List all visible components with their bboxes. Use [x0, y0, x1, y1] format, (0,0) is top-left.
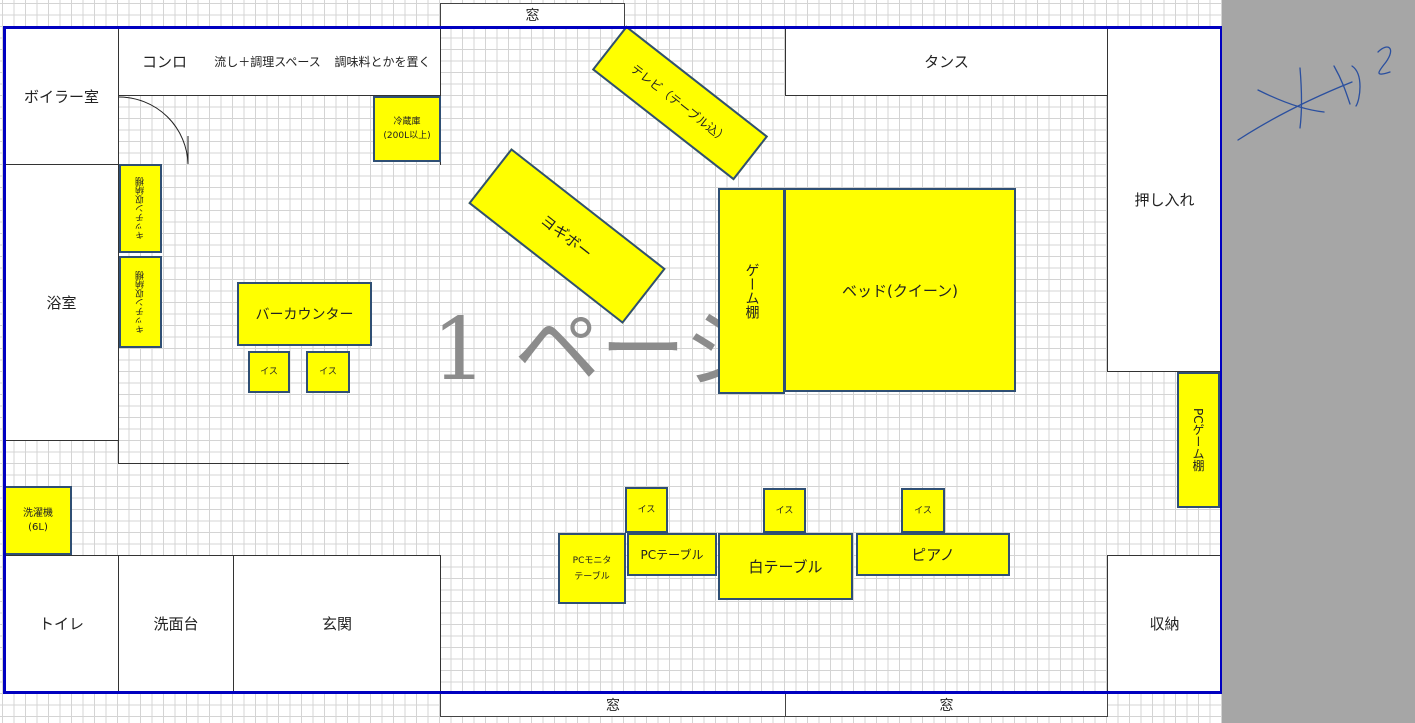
- tv-stand[interactable]: テレビ（テーブル込）: [591, 25, 769, 181]
- oshiire-closet: 押し入れ: [1107, 27, 1222, 372]
- sink-label: 流し＋調理スペース: [214, 55, 321, 69]
- piano-chair-label: イス: [914, 505, 932, 516]
- piano[interactable]: ピアノ: [856, 533, 1010, 576]
- handwritten-scribble-icon: [1237, 46, 1392, 141]
- window-bottom-right-label: 窓: [939, 697, 954, 714]
- window-top: 窓: [440, 3, 625, 27]
- pc-monitor-label-2: テーブル: [574, 571, 610, 582]
- bathroom: 浴室: [4, 164, 119, 441]
- stove-label: コンロ: [141, 53, 187, 71]
- piano-chair[interactable]: イス: [901, 488, 945, 533]
- sink-area: 流し＋調理スペース: [210, 27, 326, 96]
- bar-chair-left-label: イス: [260, 367, 278, 377]
- toilet-room: トイレ: [4, 555, 119, 692]
- yogibo-sofa[interactable]: ヨギボー: [468, 148, 666, 324]
- queen-bed[interactable]: ベッド(クイーン): [784, 188, 1016, 392]
- toilet-label: トイレ: [38, 615, 84, 633]
- window-top-label: 窓: [525, 8, 540, 24]
- page-watermark: 1 ページ: [432, 300, 762, 400]
- boiler-room: ボイラー室: [4, 27, 119, 165]
- pc-game-shelf-label: PCゲーム棚: [1191, 408, 1205, 472]
- game-shelf[interactable]: ゲーム棚: [718, 188, 785, 394]
- kitchen-wall-bottom: [118, 463, 349, 464]
- tv-label: テレビ（テーブル込）: [628, 61, 731, 146]
- pc-chair[interactable]: イス: [625, 487, 668, 533]
- pc-chair-label: イス: [637, 505, 656, 515]
- washer-label-2: (6L): [28, 521, 48, 533]
- pc-game-shelf[interactable]: PCゲーム棚: [1177, 372, 1220, 508]
- kitchen-cabinet-lower-label: キッチン収納棚: [135, 270, 146, 334]
- pc-table-label: PCテーブル: [640, 548, 704, 562]
- boiler-room-label: ボイラー室: [23, 87, 99, 106]
- pc-monitor-label-1: PCモニタ: [572, 555, 612, 566]
- entrance: 玄関: [233, 555, 441, 692]
- stove-area: コンロ: [118, 27, 211, 96]
- kitchen-cabinet-upper-label: キッチン収納棚: [135, 177, 146, 240]
- kitchen-cabinet-lower[interactable]: キッチン収納棚: [119, 256, 162, 348]
- bar-chair-left[interactable]: イス: [248, 351, 290, 393]
- piano-label: ピアノ: [911, 546, 955, 564]
- washer-label-1: 洗濯機: [23, 507, 53, 519]
- bed-label: ベッド(クイーン): [842, 281, 958, 300]
- white-table[interactable]: 白テーブル: [718, 533, 853, 600]
- tansu-closet: タンス: [785, 27, 1108, 96]
- entrance-label: 玄関: [321, 615, 352, 633]
- bar-chair-right[interactable]: イス: [306, 351, 350, 393]
- bar-counter[interactable]: バーカウンター: [237, 282, 372, 346]
- spreadsheet-grid: 窓 窓 窓 ボイラー室 コンロ 流し＋調理スペース 調味料とかを置く 浴室 タン…: [0, 0, 1222, 723]
- bathroom-label: 浴室: [46, 294, 77, 312]
- storage-room: 収納: [1107, 555, 1222, 692]
- washing-machine[interactable]: 洗濯機 (6L): [4, 486, 72, 555]
- washbasin-label: 洗面台: [153, 615, 199, 633]
- fridge-label-1: 冷蔵庫: [393, 117, 421, 127]
- washbasin-room: 洗面台: [118, 555, 234, 692]
- fridge[interactable]: 冷蔵庫 (200L以上): [373, 96, 441, 162]
- seasoning-label: 調味料とかを置く: [334, 55, 431, 69]
- tansu-label: タンス: [924, 53, 969, 71]
- oshiire-label: 押し入れ: [1134, 191, 1195, 209]
- white-table-label: 白テーブル: [748, 558, 823, 576]
- fridge-label-2: (200L以上): [383, 131, 431, 141]
- seasoning-area: 調味料とかを置く: [325, 27, 441, 96]
- yogibo-label: ヨギボー: [537, 210, 596, 262]
- storage-label: 収納: [1149, 615, 1180, 633]
- bar-counter-label: バーカウンター: [255, 307, 354, 323]
- pc-table[interactable]: PCテーブル: [627, 533, 717, 576]
- pc-monitor-table[interactable]: PCモニタテーブル: [558, 533, 626, 604]
- game-shelf-label: ゲーム棚: [743, 263, 760, 319]
- window-bottom-right: 窓: [785, 692, 1108, 717]
- window-bottom-left: 窓: [440, 692, 786, 717]
- door-swing-icon: [118, 96, 189, 165]
- white-table-chair[interactable]: イス: [763, 488, 806, 533]
- window-bottom-left-label: 窓: [606, 697, 620, 714]
- bar-chair-right-label: イス: [319, 367, 337, 377]
- white-table-chair-label: イス: [775, 505, 794, 516]
- kitchen-cabinet-upper[interactable]: キッチン収納棚: [119, 164, 162, 253]
